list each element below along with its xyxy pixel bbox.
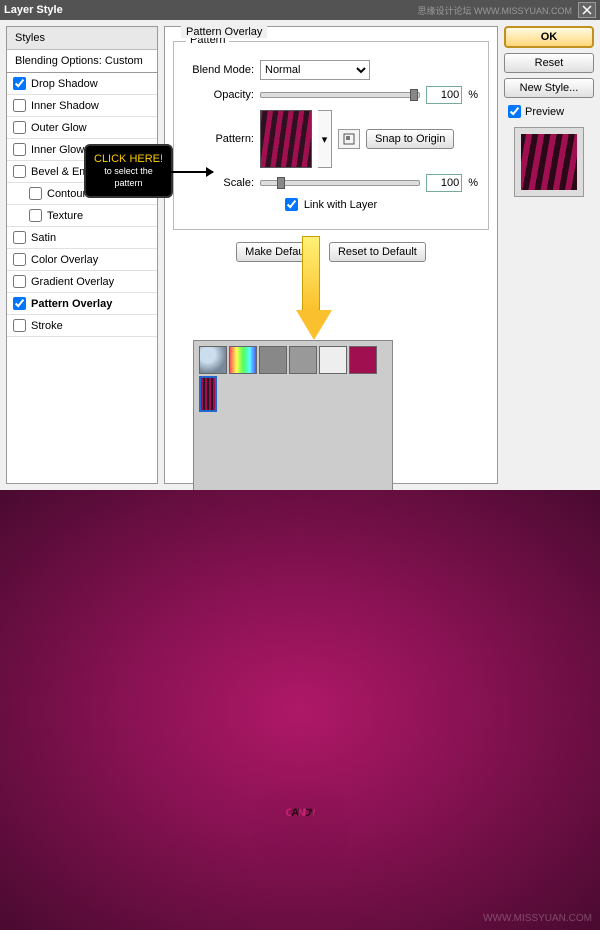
style-label: Gradient Overlay <box>31 276 114 288</box>
result-preview-image: CANDY WWW.MISSYUAN.COM <box>0 490 600 930</box>
style-drop-shadow[interactable]: Drop Shadow <box>7 73 157 95</box>
opacity-label: Opacity: <box>184 89 254 101</box>
style-label: Texture <box>47 210 83 222</box>
styles-header[interactable]: Styles <box>7 27 157 50</box>
style-color-overlay[interactable]: Color Overlay <box>7 249 157 271</box>
style-label: Pattern Overlay <box>31 298 112 310</box>
style-pattern-overlay[interactable]: Pattern Overlay <box>7 293 157 315</box>
tooltip-line2: to select the <box>94 166 163 178</box>
style-label: Satin <box>31 232 56 244</box>
opacity-input[interactable] <box>426 86 462 104</box>
reset-default-button[interactable]: Reset to Default <box>329 242 426 262</box>
titlebar: Layer Style 思缘设计论坛 WWW.MISSYUAN.COM <box>0 0 600 20</box>
link-label: Link with Layer <box>304 199 377 211</box>
pattern-label: Pattern: <box>184 133 254 145</box>
style-label: Stroke <box>31 320 63 332</box>
reset-button[interactable]: Reset <box>504 53 594 73</box>
center-panel: Pattern Overlay Pattern CLICK HERE! to s… <box>164 26 498 484</box>
tooltip-callout: CLICK HERE! to select the pattern <box>84 144 173 198</box>
style-outer-glow[interactable]: Outer Glow <box>7 117 157 139</box>
preview-checkbox[interactable] <box>508 105 521 118</box>
section-title: Pattern Overlay <box>181 26 267 38</box>
pattern-swatch-item-selected[interactable] <box>199 376 217 412</box>
preview-box <box>514 127 584 197</box>
blend-mode-row: Blend Mode: Normal <box>184 60 478 80</box>
pattern-swatch-item[interactable] <box>259 346 287 374</box>
dialog-title: Layer Style <box>4 4 63 16</box>
style-satin[interactable]: Satin <box>7 227 157 249</box>
checkbox[interactable] <box>13 231 26 244</box>
pattern-swatch-item[interactable] <box>229 346 257 374</box>
checkbox[interactable] <box>13 319 26 332</box>
style-stroke[interactable]: Stroke <box>7 315 157 337</box>
preview-check-row: Preview <box>508 105 594 118</box>
result-watermark: WWW.MISSYUAN.COM <box>483 913 592 924</box>
style-label: Drop Shadow <box>31 78 98 90</box>
dialog-body: Styles Blending Options: Custom Drop Sha… <box>0 20 600 490</box>
percent-label: % <box>468 177 478 189</box>
checkbox[interactable] <box>13 77 26 90</box>
style-texture[interactable]: Texture <box>7 205 157 227</box>
checkbox[interactable] <box>13 143 26 156</box>
link-row: Link with Layer <box>184 198 478 211</box>
scale-row: Scale: % <box>184 174 478 192</box>
opacity-row: Opacity: % <box>184 86 478 104</box>
pattern-row: Pattern: ▾ Snap to Origin <box>184 110 478 168</box>
pattern-swatch[interactable] <box>260 110 312 168</box>
blending-options-row[interactable]: Blending Options: Custom <box>7 50 157 73</box>
checkbox[interactable] <box>13 121 26 134</box>
new-pattern-icon[interactable] <box>338 129 360 149</box>
right-panel: OK Reset New Style... Preview <box>504 26 594 484</box>
checkbox[interactable] <box>13 253 26 266</box>
percent-label: % <box>468 89 478 101</box>
style-label: Inner Shadow <box>31 100 99 112</box>
candy-text: CANDY <box>285 709 314 843</box>
default-buttons-row: Make Default Reset to Default <box>173 242 489 262</box>
swatch-row <box>198 375 388 413</box>
style-label: Color Overlay <box>31 254 98 266</box>
swatch-row <box>198 345 388 375</box>
chevron-down-icon[interactable]: ▾ <box>318 110 332 168</box>
ok-button[interactable]: OK <box>504 26 594 48</box>
arrow-icon <box>171 171 213 173</box>
style-label: Inner Glow <box>31 144 84 156</box>
styles-panel: Styles Blending Options: Custom Drop Sha… <box>6 26 158 484</box>
pattern-picker-popup <box>193 340 393 506</box>
preview-label: Preview <box>525 106 564 118</box>
checkbox[interactable] <box>13 99 26 112</box>
tooltip-line3: pattern <box>94 178 163 190</box>
picker-empty-area <box>198 413 388 501</box>
checkbox[interactable] <box>13 275 26 288</box>
pattern-fieldset: Pattern CLICK HERE! to select the patter… <box>173 41 489 230</box>
new-style-button[interactable]: New Style... <box>504 78 594 98</box>
yellow-arrow-icon <box>296 236 326 346</box>
checkbox[interactable] <box>29 187 42 200</box>
checkbox[interactable] <box>13 165 26 178</box>
snap-to-origin-button[interactable]: Snap to Origin <box>366 129 454 149</box>
preview-thumbnail <box>521 134 577 190</box>
checkbox[interactable] <box>29 209 42 222</box>
blend-mode-select[interactable]: Normal <box>260 60 370 80</box>
scale-slider[interactable] <box>260 180 420 186</box>
style-inner-shadow[interactable]: Inner Shadow <box>7 95 157 117</box>
close-icon[interactable] <box>578 2 596 18</box>
style-label: Outer Glow <box>31 122 87 134</box>
style-label: Contour <box>47 188 86 200</box>
pattern-swatch-item[interactable] <box>349 346 377 374</box>
scale-input[interactable] <box>426 174 462 192</box>
blend-mode-label: Blend Mode: <box>184 64 254 76</box>
tooltip-line1: CLICK HERE! <box>94 152 163 166</box>
pattern-swatch-item[interactable] <box>199 346 227 374</box>
link-checkbox[interactable] <box>285 198 298 211</box>
scale-label: Scale: <box>184 177 254 189</box>
opacity-slider[interactable] <box>260 92 420 98</box>
style-gradient-overlay[interactable]: Gradient Overlay <box>7 271 157 293</box>
watermark-text: 思缘设计论坛 WWW.MISSYUAN.COM <box>418 4 573 17</box>
checkbox[interactable] <box>13 297 26 310</box>
